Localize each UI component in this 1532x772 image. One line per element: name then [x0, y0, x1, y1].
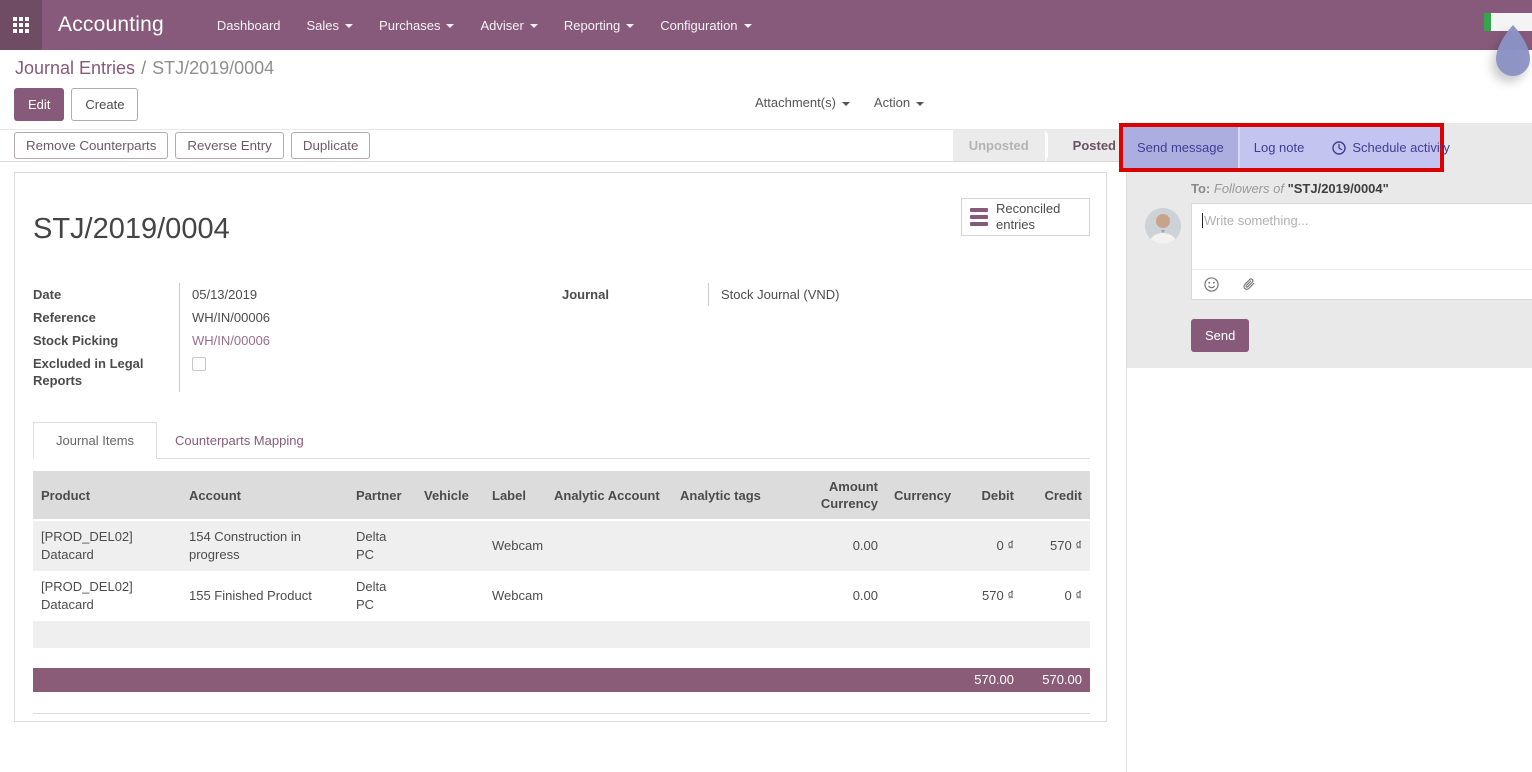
status-arrow — [1048, 130, 1057, 162]
reference-label: Reference — [33, 306, 179, 329]
create-button[interactable]: Create — [71, 88, 138, 121]
col-debit[interactable]: Debit — [950, 471, 1022, 520]
field-group-left: Date 05/13/2019 Reference WH/IN/00006 St… — [33, 283, 453, 392]
journal-value: Stock Journal (VND) — [708, 283, 982, 306]
remove-counterparts-button[interactable]: Remove Counterparts — [14, 132, 168, 159]
message-composer[interactable]: Write something... — [1191, 203, 1532, 300]
clock-icon — [1332, 141, 1346, 155]
col-partner[interactable]: Partner — [348, 471, 416, 520]
caret-down-icon — [530, 24, 538, 28]
main-menu: Dashboard Sales Purchases Adviser Report… — [204, 0, 765, 50]
field-group-right: Journal Stock Journal (VND) — [562, 283, 982, 306]
breadcrumb: Journal Entries/STJ/2019/0004 — [15, 58, 274, 79]
table-header-row: Product Account Partner Vehicle Label An… — [33, 471, 1090, 520]
reverse-entry-button[interactable]: Reverse Entry — [175, 132, 283, 159]
sheet-divider — [33, 713, 1090, 714]
tab-log-note[interactable]: Log note — [1240, 127, 1319, 168]
col-analytic-tags[interactable]: Analytic tags — [672, 471, 784, 520]
table-row[interactable]: [PROD_DEL02] Datacard 154 Construction i… — [33, 520, 1090, 571]
menu-configuration[interactable]: Configuration — [647, 0, 764, 50]
apps-menu-button[interactable] — [0, 0, 42, 50]
touch-cursor-drop-icon — [1492, 24, 1532, 85]
emoji-icon[interactable] — [1204, 277, 1219, 292]
status-posted[interactable]: Posted — [1057, 138, 1126, 153]
caret-down-icon — [744, 24, 752, 28]
chatter-tabs-highlight: Send message Log note Schedule activity — [1119, 123, 1444, 172]
excluded-label: Excluded in Legal Reports — [33, 352, 179, 392]
date-value: 05/13/2019 — [179, 283, 453, 306]
user-avatar — [1145, 208, 1181, 244]
apps-grid-icon — [13, 17, 29, 33]
form-toolbar: Remove Counterparts Reverse Entry Duplic… — [0, 129, 1126, 162]
excluded-checkbox[interactable] — [192, 357, 206, 371]
stock-picking-label: Stock Picking — [33, 329, 179, 352]
paperclip-icon[interactable] — [1241, 277, 1256, 292]
stock-picking-link[interactable]: WH/IN/00006 — [192, 333, 270, 348]
menu-sales[interactable]: Sales — [294, 0, 367, 50]
attachments-dropdown[interactable]: Attachment(s) — [755, 95, 850, 110]
col-analytic-account[interactable]: Analytic Account — [546, 471, 672, 520]
text-caret — [1202, 213, 1203, 228]
reference-value: WH/IN/00006 — [179, 306, 453, 329]
menu-bars-icon — [970, 208, 988, 226]
recipients-line: To: Followers of "STJ/2019/0004" — [1191, 181, 1389, 196]
total-credit: 570.00 — [1042, 668, 1082, 692]
journal-label: Journal — [562, 283, 708, 306]
menu-adviser[interactable]: Adviser — [467, 0, 550, 50]
tab-send-message[interactable]: Send message — [1123, 127, 1240, 168]
totals-bar: 570.00 570.00 — [33, 668, 1090, 692]
col-vehicle[interactable]: Vehicle — [416, 471, 484, 520]
journal-items-table: Product Account Partner Vehicle Label An… — [33, 471, 1090, 648]
tab-journal-items[interactable]: Journal Items — [33, 422, 157, 459]
breadcrumb-current: STJ/2019/0004 — [152, 58, 274, 78]
caret-down-icon — [345, 24, 353, 28]
col-product[interactable]: Product — [33, 471, 181, 520]
app-title: Accounting — [58, 13, 164, 37]
col-credit[interactable]: Credit — [1022, 471, 1090, 520]
status-unposted[interactable]: Unposted — [953, 138, 1045, 153]
action-dropdown[interactable]: Action — [874, 95, 924, 110]
form-sheet: STJ/2019/0004 Reconciled entries Date 05… — [14, 172, 1107, 722]
caret-down-icon — [446, 24, 454, 28]
total-debit: 570.00 — [974, 668, 1014, 692]
duplicate-button[interactable]: Duplicate — [291, 132, 371, 159]
col-amount-currency[interactable]: Amount Currency — [784, 471, 886, 520]
status-bar: Unposted Posted — [953, 130, 1126, 161]
caret-down-icon — [626, 24, 634, 28]
caret-down-icon — [916, 102, 924, 106]
breadcrumb-parent-link[interactable]: Journal Entries — [15, 58, 135, 78]
record-title: STJ/2019/0004 — [33, 213, 230, 246]
tab-counterparts-mapping[interactable]: Counterparts Mapping — [157, 422, 322, 458]
col-currency[interactable]: Currency — [886, 471, 950, 520]
empty-row — [33, 621, 1090, 648]
panel-divider — [1126, 368, 1127, 772]
notebook-tabs: Journal Items Counterparts Mapping — [33, 422, 1090, 459]
tab-schedule-activity[interactable]: Schedule activity — [1318, 127, 1464, 168]
composer-placeholder: Write something... — [1204, 213, 1309, 228]
table-row[interactable]: [PROD_DEL02] Datacard 155 Finished Produ… — [33, 571, 1090, 621]
reconciled-entries-button[interactable]: Reconciled entries — [961, 198, 1090, 236]
menu-purchases[interactable]: Purchases — [366, 0, 467, 50]
caret-down-icon — [842, 102, 850, 106]
edit-button[interactable]: Edit — [14, 88, 64, 121]
menu-dashboard[interactable]: Dashboard — [204, 0, 294, 50]
col-account[interactable]: Account — [181, 471, 348, 520]
date-label: Date — [33, 283, 179, 306]
menu-reporting[interactable]: Reporting — [551, 0, 647, 50]
col-label[interactable]: Label — [484, 471, 546, 520]
send-button[interactable]: Send — [1191, 319, 1249, 352]
top-navbar: Accounting Dashboard Sales Purchases Adv… — [0, 0, 1532, 50]
